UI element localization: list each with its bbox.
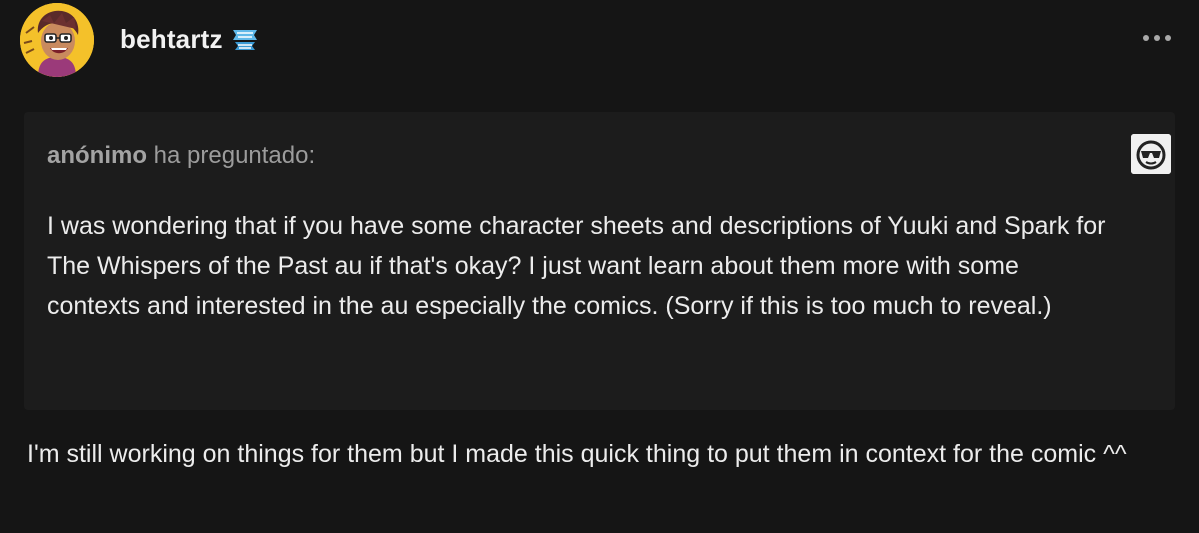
asker-line: anónimo ha preguntado: <box>47 142 315 170</box>
asker-name: anónimo <box>47 142 147 169</box>
ellipsis-icon <box>1143 35 1149 41</box>
sunglasses-face-icon <box>1131 134 1171 174</box>
post-header: behtartz <box>0 0 1199 80</box>
blog-avatar[interactable] <box>20 3 94 77</box>
ellipsis-icon <box>1165 35 1171 41</box>
answer-text: I'm still working on things for them but… <box>27 440 1127 468</box>
more-options-button[interactable] <box>1143 26 1173 50</box>
blog-name-link[interactable]: behtartz <box>120 24 223 55</box>
question-text: I was wondering that if you have some ch… <box>47 212 1106 320</box>
post-card: behtartz anónimo ha preguntado: I was wo… <box>0 0 1199 533</box>
asked-label: ha preguntado: <box>153 142 316 169</box>
ellipsis-icon <box>1154 35 1160 41</box>
ask-box: anónimo ha preguntado: I was wondering t… <box>24 112 1175 410</box>
blue-ribbon-badge-icon[interactable] <box>230 26 260 54</box>
avatar-illustration-icon <box>20 3 94 77</box>
